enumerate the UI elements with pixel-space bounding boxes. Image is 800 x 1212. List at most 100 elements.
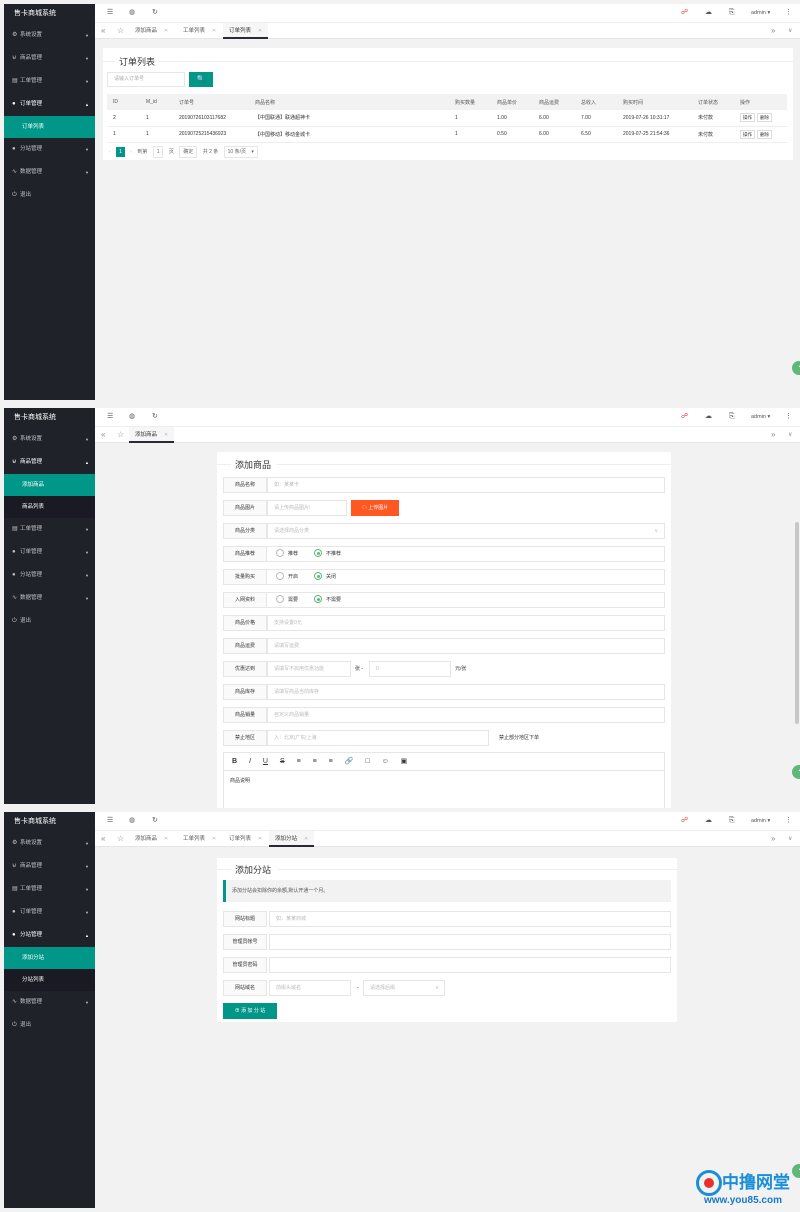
globe-icon[interactable]: ◍ [129, 408, 135, 426]
nav-goods[interactable]: ⊌ 商品管理 ▲ [4, 451, 95, 474]
next-page-icon[interactable]: › [130, 147, 132, 157]
prev-page-icon[interactable]: ‹ [109, 147, 111, 157]
globe-icon[interactable]: ◍ [129, 4, 135, 22]
nav-logout[interactable]: ⏻ 退出 [4, 610, 95, 633]
close-icon[interactable]: ✕ [164, 28, 168, 34]
emoji-icon[interactable]: ☺ [382, 758, 389, 765]
nav-sites[interactable]: ● 分站管理 ▼ [4, 138, 95, 161]
nav-orders-list[interactable]: 订单列表 [4, 116, 95, 138]
add-site-button[interactable]: ⊕ 添 加 分 站 [223, 1003, 277, 1019]
align-left-icon[interactable]: ≡ [297, 758, 301, 765]
user-menu[interactable]: admin ▾ [751, 408, 770, 426]
editor-body[interactable]: 商品说明 [224, 771, 664, 790]
home-icon[interactable]: ☆ [117, 831, 124, 847]
close-icon[interactable]: ✕ [212, 28, 216, 34]
goods-image-input[interactable]: 请上传商品图片! [267, 500, 347, 516]
radio-net-need[interactable]: 需要 [276, 592, 298, 608]
double-chevron-right-icon[interactable]: » [771, 23, 775, 39]
promo-value-input[interactable]: 0 [369, 661, 451, 677]
italic-icon[interactable]: I [249, 758, 251, 765]
nav-sites[interactable]: ● 分站管理 ▼ [4, 564, 95, 587]
nav-data[interactable]: ∿ 数据管理 ▼ [4, 587, 95, 610]
radio-recommend[interactable]: 推荐 [276, 546, 298, 562]
nav-logout[interactable]: ⏻ 退出 [4, 1014, 95, 1037]
tab-add-goods[interactable]: 添加商品 ✕ [129, 23, 174, 39]
close-icon[interactable]: ✕ [304, 836, 308, 842]
double-chevron-left-icon[interactable]: « [101, 831, 105, 847]
double-chevron-left-icon[interactable]: « [101, 427, 105, 443]
double-chevron-right-icon[interactable]: » [771, 831, 775, 847]
tab-add-goods[interactable]: 添加商品 ✕ [129, 427, 175, 443]
per-page-select[interactable]: 10 条/页 ▾ [223, 146, 258, 158]
chevron-down-icon[interactable]: ∨ [788, 23, 792, 39]
double-chevron-right-icon[interactable]: » [771, 427, 775, 443]
admin-account-input[interactable] [269, 934, 671, 950]
refresh-icon[interactable]: ↻ [152, 4, 158, 22]
image-icon[interactable]: ▣ [401, 758, 408, 765]
notification-icon[interactable]: ☍ [681, 408, 688, 426]
nav-sites[interactable]: ● 分站管理 ▲ [4, 924, 95, 947]
more-icon[interactable]: ⋮ [785, 812, 792, 830]
nav-orders[interactable]: ● 订单管理 ▲ [4, 93, 95, 116]
user-menu[interactable]: admin ▾ [751, 4, 770, 22]
nav-goods[interactable]: ⊌ 商品管理 ▼ [4, 855, 95, 878]
upload-image-button[interactable]: ☁ 上传图片 [351, 500, 399, 516]
nav-settings[interactable]: ⚙ 系统设置 ▼ [4, 832, 95, 855]
underline-icon[interactable]: U [263, 758, 268, 765]
user-menu[interactable]: admin ▾ [751, 812, 770, 830]
globe-icon[interactable]: ◍ [129, 812, 135, 830]
nav-goods-add[interactable]: 添加商品 [4, 474, 95, 496]
tab-order-list[interactable]: 订单列表 ✕ [223, 831, 268, 847]
double-chevron-left-icon[interactable]: « [101, 23, 105, 39]
align-center-icon[interactable]: ≡ [313, 758, 317, 765]
nav-tickets[interactable]: ▤ 工单管理 ▼ [4, 518, 95, 541]
theme-icon[interactable]: ☁ [705, 408, 712, 426]
nav-tickets[interactable]: ▤ 工单管理 ▼ [4, 70, 95, 93]
nav-settings[interactable]: ⚙ 系统设置 ▼ [4, 24, 95, 47]
admin-password-input[interactable] [269, 957, 671, 973]
refresh-icon[interactable]: ↻ [152, 408, 158, 426]
note-icon[interactable]: ⎘ [729, 4, 735, 22]
link-icon[interactable]: 🔗 [345, 758, 354, 765]
edit-button[interactable]: 操作 [740, 129, 755, 139]
page-current[interactable]: 1 [116, 147, 125, 157]
order-search-input[interactable]: 请输入订单号 [107, 72, 185, 87]
bold-icon[interactable]: B [232, 758, 237, 765]
note-icon[interactable]: ⎘ [729, 408, 735, 426]
domain-suffix-select[interactable]: 请选择后缀 ∨ [363, 980, 445, 996]
notification-icon[interactable]: ☍ [681, 4, 688, 22]
chat-icon[interactable]: ◔ [792, 361, 800, 375]
goods-sales-input[interactable]: 自定义商品销量 [267, 707, 665, 723]
more-icon[interactable]: ⋮ [785, 408, 792, 426]
scrollbar[interactable] [795, 522, 799, 724]
promo-count-input[interactable]: 请填写不启用优惠功能 [267, 661, 351, 677]
radio-bulk-on[interactable]: 开启 [276, 569, 298, 585]
menu-icon[interactable]: ☰ [107, 4, 113, 22]
close-icon[interactable]: ✕ [258, 836, 262, 842]
goods-name-input[interactable]: 如：某某卡 [267, 477, 665, 493]
goods-stock-input[interactable]: 请填写商品当前库存 [267, 684, 665, 700]
chevron-down-icon[interactable]: ∨ [788, 427, 792, 443]
goods-price-input[interactable]: 支持设置0元 [267, 615, 665, 631]
tab-add-goods[interactable]: 添加商品 ✕ [129, 831, 174, 847]
align-right-icon[interactable]: ≡ [329, 758, 333, 765]
menu-icon[interactable]: ☰ [107, 408, 113, 426]
goods-freight-input[interactable]: 请填写运费 [267, 638, 665, 654]
nav-goods[interactable]: ⊌ 商品管理 ▼ [4, 47, 95, 70]
nav-settings[interactable]: ⚙ 系统设置 ▼ [4, 428, 95, 451]
more-icon[interactable]: ⋮ [785, 4, 792, 22]
nav-orders[interactable]: ● 订单管理 ▼ [4, 901, 95, 924]
tab-order-list[interactable]: 订单列表 ✕ [223, 23, 269, 39]
nav-sites-list[interactable]: 分站列表 [4, 969, 95, 991]
strikethrough-icon[interactable]: S [280, 758, 285, 765]
chat-icon[interactable]: ◔ [792, 765, 800, 779]
domain-prefix-input[interactable]: 前缀头域名 [269, 980, 351, 996]
nav-data[interactable]: ∿ 数据管理 ▼ [4, 161, 95, 184]
tab-ticket-list[interactable]: 工单列表 ✕ [177, 23, 222, 39]
radio-bulk-off[interactable]: 关闭 [314, 569, 336, 585]
nav-goods-list[interactable]: 商品列表 [4, 496, 95, 518]
tab-ticket-list[interactable]: 工单列表 ✕ [177, 831, 222, 847]
notification-icon[interactable]: ☍ [681, 812, 688, 830]
nav-data[interactable]: ∿ 数据管理 ▼ [4, 991, 95, 1014]
delete-button[interactable]: 删除 [757, 129, 772, 139]
